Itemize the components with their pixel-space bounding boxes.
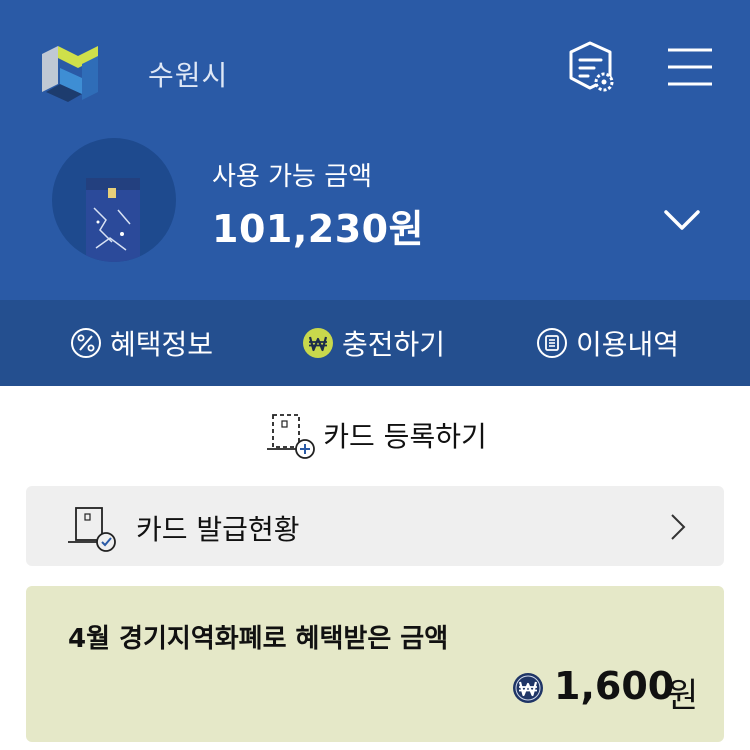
benefit-currency-unit: 원	[667, 676, 699, 716]
won-coin-icon	[513, 673, 543, 703]
add-card-icon	[267, 414, 316, 459]
expand-balance-button[interactable]	[660, 200, 704, 240]
tab-benefits[interactable]: 혜택정보	[70, 300, 213, 386]
monthly-benefit-card: 4월 경기지역화폐로 혜택받은 금액 1,600 원	[26, 586, 724, 742]
tab-history[interactable]: 이용내역	[536, 300, 679, 386]
available-balance-amount: 101,230원	[212, 207, 425, 251]
tab-charge-label: 충전하기	[342, 328, 446, 361]
chevron-down-icon	[664, 210, 700, 230]
tab-history-label: 이용내역	[576, 328, 680, 361]
document-settings-icon	[569, 41, 614, 92]
card-issue-status-label: 카드 발급현황	[136, 513, 300, 546]
percent-icon	[71, 328, 101, 358]
benefit-amount: 1,600	[554, 664, 675, 708]
available-balance-label: 사용 가능 금액	[212, 162, 373, 192]
chevron-right-icon	[671, 514, 686, 540]
city-name: 수원시	[148, 59, 229, 92]
quick-action-tabbar: 혜택정보 충전하기 이용내역	[0, 300, 750, 386]
register-card-button[interactable]: 카드 등록하기	[0, 408, 750, 462]
tab-benefits-label: 혜택정보	[110, 328, 214, 361]
card-thumbnail-icon	[86, 178, 140, 262]
card-image[interactable]	[52, 138, 176, 262]
benefit-title: 4월 경기지역화폐로 혜택받은 금액	[68, 624, 449, 654]
tab-charge[interactable]: 충전하기	[302, 300, 445, 386]
list-icon	[537, 328, 567, 358]
hamburger-menu-icon	[668, 48, 712, 86]
header: 수원시 사용 가능 금액 101,230원	[0, 0, 750, 300]
app-logo-icon	[42, 46, 98, 102]
menu-button[interactable]	[664, 46, 716, 88]
won-icon	[303, 328, 333, 358]
register-card-label: 카드 등록하기	[323, 420, 487, 453]
settings-button[interactable]	[568, 40, 620, 96]
card-issue-status-row[interactable]: 카드 발급현황	[26, 486, 724, 566]
card-check-icon	[68, 507, 116, 552]
